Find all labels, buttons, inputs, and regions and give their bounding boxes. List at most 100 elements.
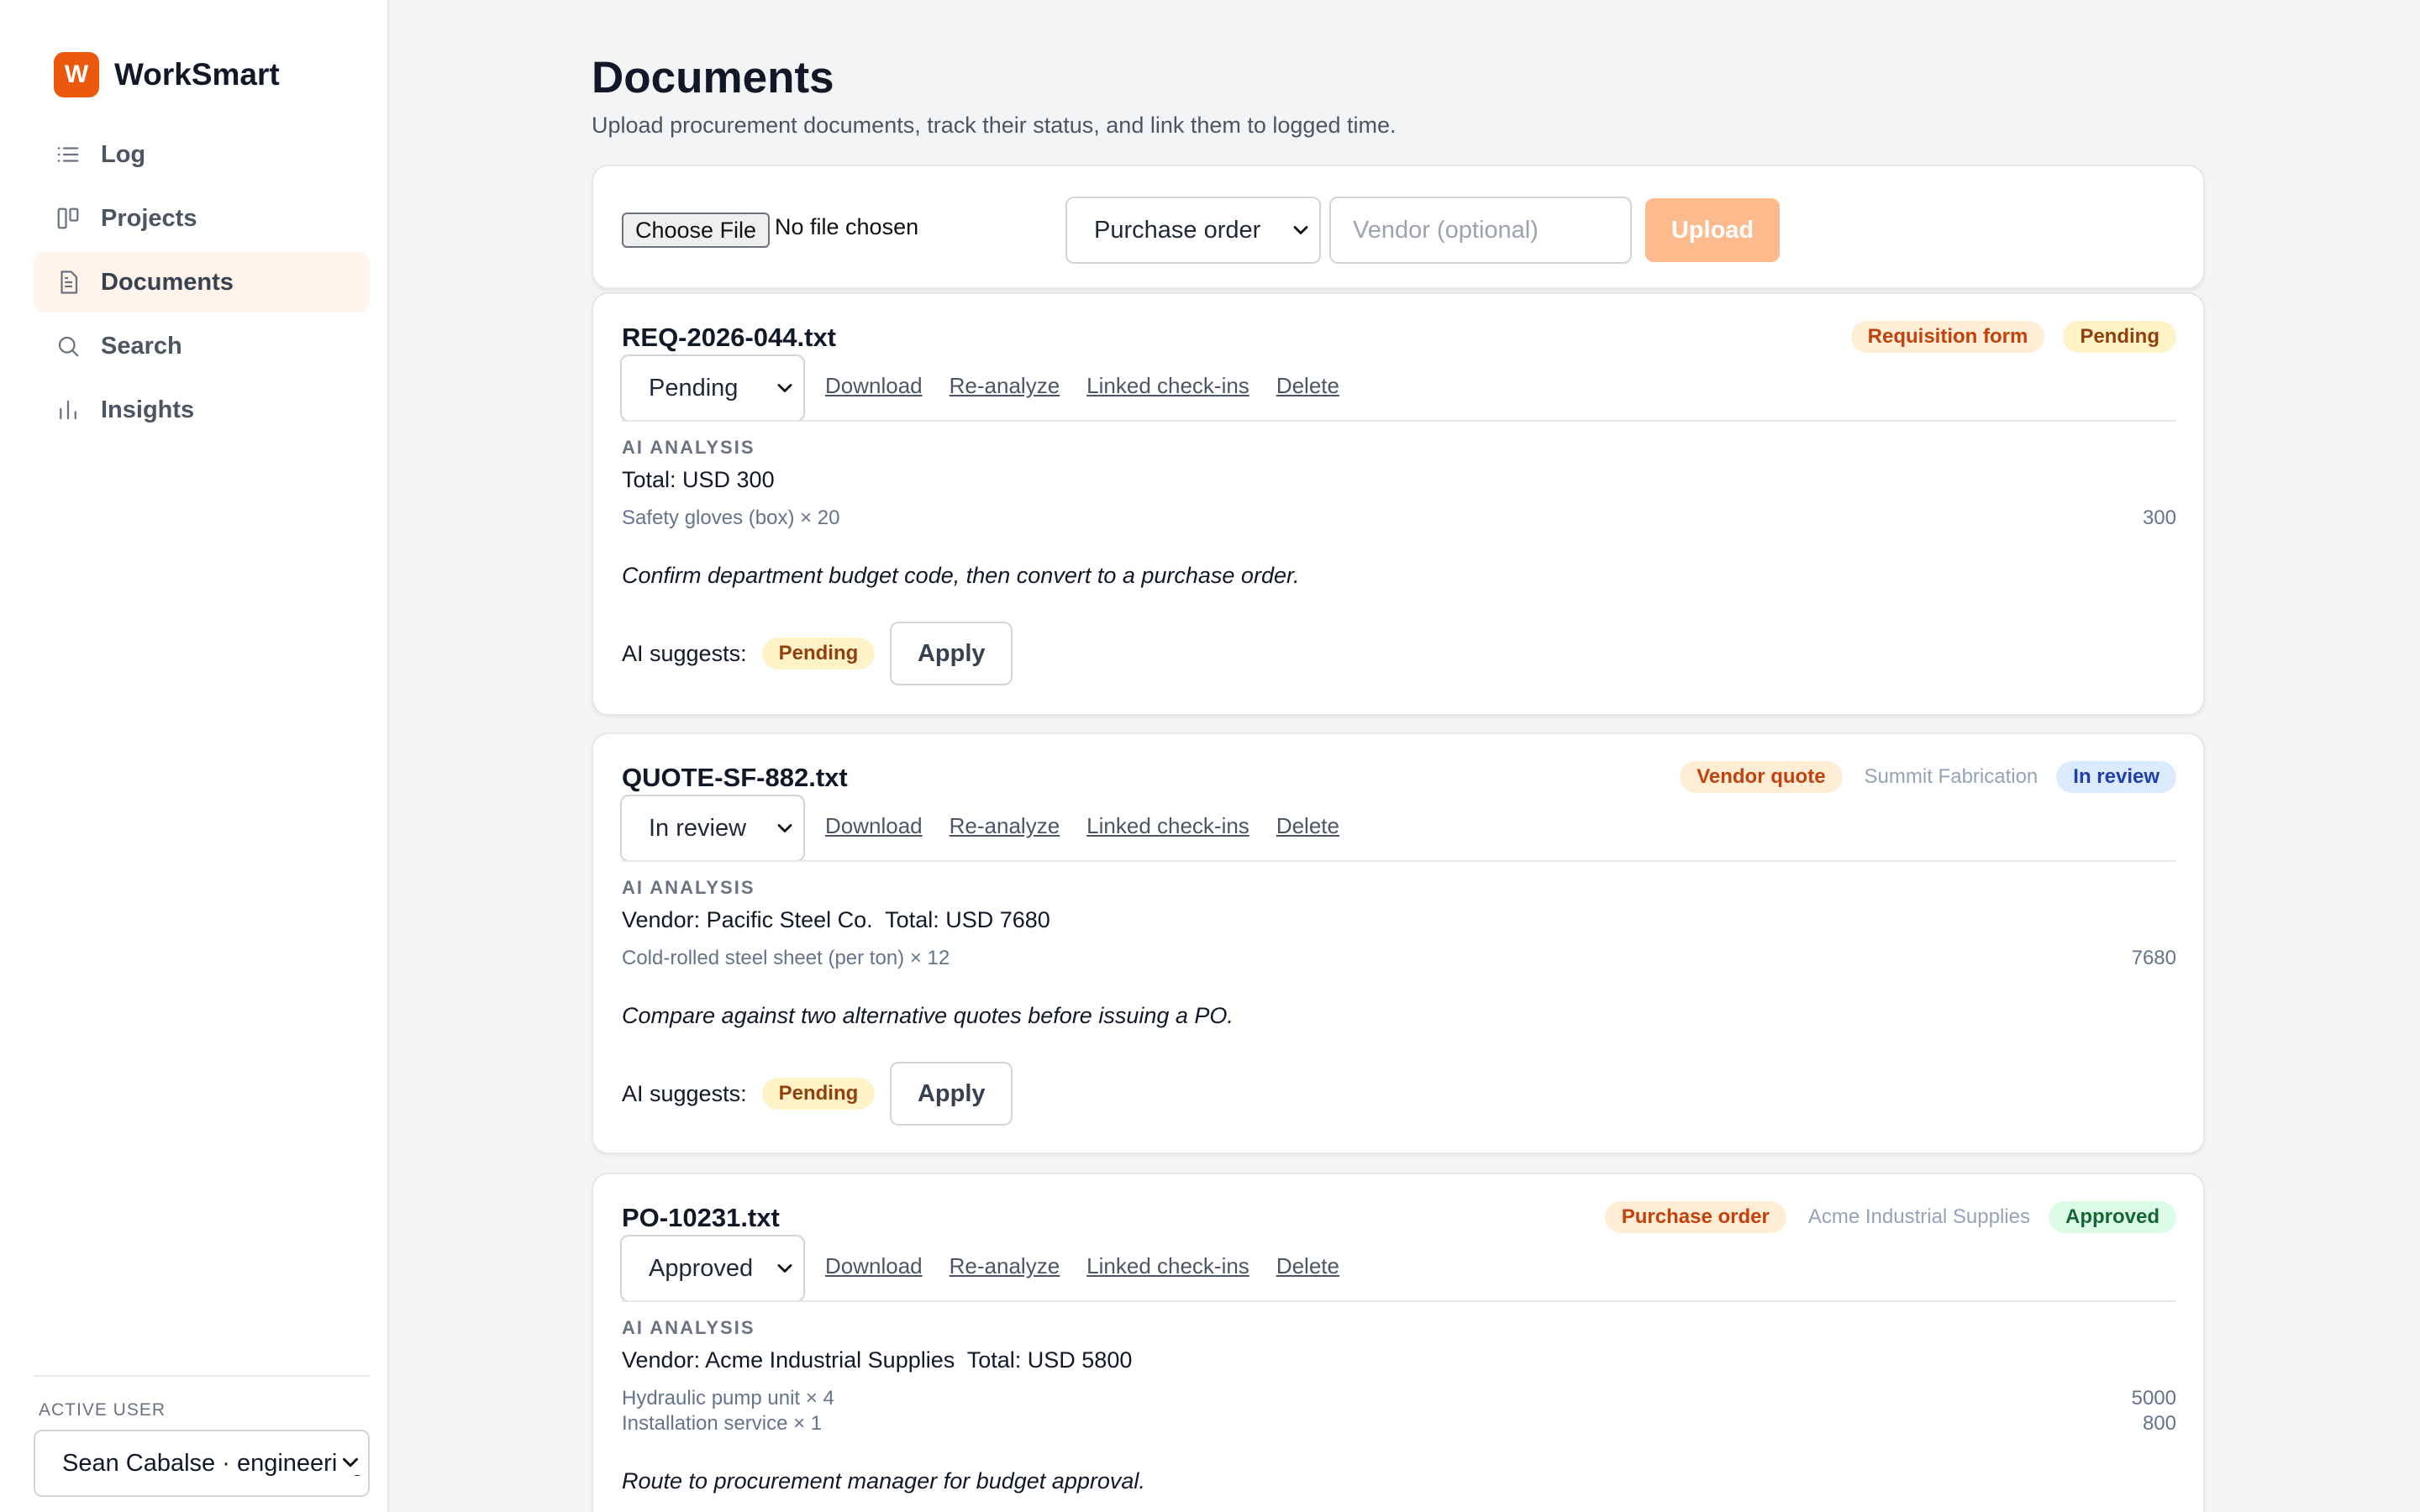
ai-suggestion: AI suggests: Pending Apply [622,1062,1013,1126]
linked-checkins-link[interactable]: Linked check-ins [1086,1253,1249,1279]
line-item: Safety gloves (box) × 20 300 [622,506,2176,531]
status-badge: Pending [2063,321,2176,353]
line-items: Hydraulic pump unit × 4 5000 Installatio… [622,1386,2176,1436]
sidebar-nav: Log Projects Documents Search Insights [34,124,370,444]
document-type-badge: Purchase order [1604,1201,1786,1233]
search-icon [55,333,81,359]
doc-type-value: Purchase order [1094,216,1261,244]
apply-button[interactable]: Apply [890,1062,1013,1126]
choose-file-button[interactable]: Choose File [622,213,771,248]
document-name: PO-10231.txt [622,1203,780,1232]
card-divider [622,860,2176,862]
suggested-status-badge: Pending [761,638,876,669]
reanalyze-link[interactable]: Re-analyze [950,813,1060,839]
brand[interactable]: W WorkSmart [54,52,280,97]
ai-summary: Vendor: Acme Industrial Supplies Total: … [622,1347,1133,1373]
download-link[interactable]: Download [825,813,923,839]
document-type-badge: Vendor quote [1680,761,1843,793]
sidebar-item-search[interactable]: Search [34,316,370,376]
sidebar-item-label: Log [101,140,146,168]
page-subtitle: Upload procurement documents, track thei… [592,113,1397,138]
document-tags: Vendor quote Summit Fabrication In revie… [1661,761,2176,793]
status-badge: In review [2056,761,2176,793]
sidebar-item-log[interactable]: Log [34,124,370,185]
sidebar-item-label: Projects [101,204,197,232]
line-item-amount: 800 [2142,1412,2176,1435]
chevron-down-icon [773,816,797,840]
status-badge: Approved [2048,1201,2176,1233]
chevron-down-icon [773,376,797,400]
document-actions: Download Re-analyze Linked check-ins Del… [825,1253,1366,1279]
active-user-select[interactable]: Sean Cabalse · engineering [34,1430,370,1497]
delete-link[interactable]: Delete [1276,373,1339,399]
ai-note: Route to procurement manager for budget … [622,1468,1145,1494]
sidebar-divider [34,1375,370,1377]
bar-chart-icon [55,397,81,423]
file-status: No file chosen [775,214,919,239]
vendor-input[interactable]: Vendor (optional) [1329,197,1632,264]
apply-button[interactable]: Apply [890,622,1013,685]
reanalyze-link[interactable]: Re-analyze [950,373,1060,399]
card-divider [622,420,2176,422]
doc-type-select[interactable]: Purchase order [1065,197,1321,264]
sidebar-item-documents[interactable]: Documents [34,252,370,312]
document-actions: Download Re-analyze Linked check-ins Del… [825,813,1366,839]
sidebar-item-projects[interactable]: Projects [34,188,370,249]
document-name: QUOTE-SF-882.txt [622,763,848,792]
delete-link[interactable]: Delete [1276,813,1339,839]
document-type-badge: Requisition form [1850,321,2045,353]
ai-note: Confirm department budget code, then con… [622,563,1300,588]
document-vendor: Acme Industrial Supplies [1807,1205,2030,1228]
delete-link[interactable]: Delete [1276,1253,1339,1279]
linked-checkins-link[interactable]: Linked check-ins [1086,373,1249,399]
document-card: REQ-2026-044.txt Requisition form Pendin… [592,292,2205,716]
upload-card: Choose File No file chosen Purchase orde… [592,165,2205,289]
document-icon [55,270,81,295]
chevron-down-icon [338,1450,363,1475]
document-vendor: Summit Fabrication [1864,765,2039,788]
ai-note: Compare against two alternative quotes b… [622,1003,1234,1028]
sidebar-item-label: Search [101,332,182,360]
line-item-desc: Installation service × 1 [622,1412,823,1435]
sidebar-item-insights[interactable]: Insights [34,380,370,440]
line-item-desc: Cold-rolled steel sheet (per ton) × 12 [622,947,950,969]
status-select-value: In review [649,814,747,842]
status-select-value: Pending [649,374,739,402]
ai-summary: Total: USD 300 [622,467,775,492]
line-item: Installation service × 1 800 [622,1411,2176,1436]
line-item-desc: Safety gloves (box) × 20 [622,507,840,529]
document-card: QUOTE-SF-882.txt Vendor quote Summit Fab… [592,732,2205,1154]
ai-analysis-label: AI ANALYSIS [622,437,755,458]
ai-analysis-label: AI ANALYSIS [622,877,755,898]
sidebar-item-label: Insights [101,396,195,423]
line-item-desc: Hydraulic pump unit × 4 [622,1387,834,1410]
ai-suggests-label: AI suggests: [622,1080,747,1106]
linked-checkins-link[interactable]: Linked check-ins [1086,813,1249,839]
document-tags: Purchase order Acme Industrial Supplies … [1586,1201,2176,1233]
status-select[interactable]: Pending [620,354,805,422]
brand-logo: W [54,52,99,97]
active-user-label: ACTIVE USER [39,1400,166,1420]
line-item: Hydraulic pump unit × 4 5000 [622,1386,2176,1411]
line-item-amount: 5000 [2131,1387,2176,1410]
line-item-amount: 7680 [2131,947,2176,969]
line-items: Cold-rolled steel sheet (per ton) × 12 7… [622,946,2176,971]
upload-button[interactable]: Upload [1645,198,1780,262]
status-select[interactable]: In review [620,795,805,862]
document-name: REQ-2026-044.txt [622,323,837,352]
download-link[interactable]: Download [825,1253,923,1279]
download-link[interactable]: Download [825,373,923,399]
status-select[interactable]: Approved [620,1235,805,1302]
document-tags: Requisition form Pending [1833,321,2176,353]
line-item-amount: 300 [2142,507,2176,529]
suggested-status-badge: Pending [761,1078,876,1110]
ai-suggests-label: AI suggests: [622,640,747,666]
ai-analysis-label: AI ANALYSIS [622,1317,755,1338]
card-divider [622,1300,2176,1302]
document-card: PO-10231.txt Purchase order Acme Industr… [592,1173,2205,1512]
board-icon [55,206,81,231]
chevron-down-icon [1289,218,1313,242]
ai-suggestion: AI suggests: Pending Apply [622,622,1013,685]
reanalyze-link[interactable]: Re-analyze [950,1253,1060,1279]
page-title: Documents [592,53,834,102]
